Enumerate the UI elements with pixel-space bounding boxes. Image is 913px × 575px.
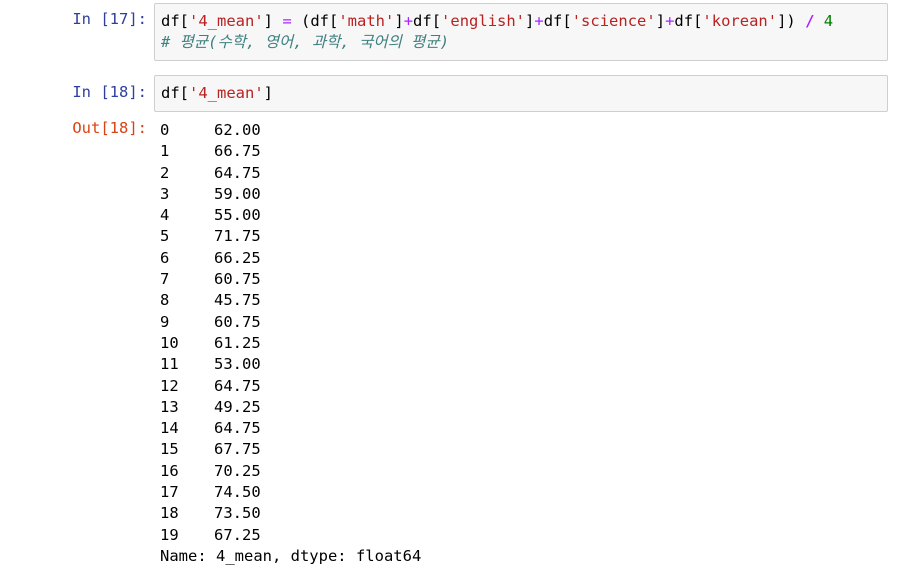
series-index: 15 <box>160 440 179 459</box>
series-index: 12 <box>160 376 179 395</box>
code-token: + <box>403 12 414 30</box>
code-token: df[ <box>674 12 703 30</box>
series-row: 5 71.75 <box>160 226 421 247</box>
series-value: 67.75 <box>214 440 261 459</box>
series-row: 4 55.00 <box>160 205 421 226</box>
output-prompt-18: Out[18]: <box>72 119 147 137</box>
code-token: 4 <box>823 12 834 30</box>
series-row: 0 62.00 <box>160 120 421 141</box>
input-prompt-18: In [18]: <box>72 83 147 101</box>
series-index: 8 <box>160 291 170 310</box>
series-value: 73.50 <box>214 504 261 523</box>
series-value: 49.25 <box>214 397 261 416</box>
series-index: 0 <box>160 121 170 139</box>
series-row: 2 64.75 <box>160 163 421 184</box>
code-token: + <box>665 12 675 30</box>
series-row: 8 45.75 <box>160 290 421 311</box>
series-row: 13 49.25 <box>160 397 421 418</box>
series-index: 14 <box>160 419 179 438</box>
series-index: 1 <box>160 142 170 161</box>
series-row: 19 67.25 <box>160 525 421 546</box>
series-index: 5 <box>160 227 170 246</box>
series-value: 62.00 <box>214 121 261 139</box>
code-line: df['4_mean'] <box>161 83 881 104</box>
series-value: 45.75 <box>214 291 261 310</box>
series-row: 6 66.25 <box>160 248 421 269</box>
code-token: # 평균(수학, 영어, 과학, 국어의 평균) <box>161 33 450 51</box>
series-footer: Name: 4_mean, dtype: float64 <box>160 546 422 565</box>
series-index: 6 <box>160 248 170 267</box>
series-row: 9 60.75 <box>160 312 421 333</box>
series-value: 59.00 <box>214 184 261 203</box>
input-prompt-17: In [17]: <box>72 10 147 28</box>
series-value: 60.75 <box>214 270 261 289</box>
series-index: 11 <box>160 355 179 374</box>
code-token: ] <box>263 84 273 102</box>
code-token: '4_mean' <box>189 12 264 30</box>
code-token: df[ <box>161 12 189 30</box>
code-token: df[ <box>413 12 442 30</box>
series-value: 74.50 <box>214 483 261 502</box>
code-token: ] <box>394 12 404 30</box>
series-row: 3 59.00 <box>160 184 421 205</box>
output-area-18: 0 62.00 1 66.75 2 64.75 3 59.00 4 55.00 5 71.75 6 66.… <box>160 120 421 567</box>
series-value: 70.25 <box>214 461 261 480</box>
series-row: 11 53.00 <box>160 354 421 375</box>
code-token: / <box>805 12 815 30</box>
series-value: 61.25 <box>214 333 261 352</box>
series-index: 16 <box>160 461 179 480</box>
code-cell-18[interactable]: df['4_mean'] <box>154 75 888 112</box>
series-row: 12 64.75 <box>160 376 421 397</box>
code-token: ] <box>655 12 666 30</box>
series-row: 17 74.50 <box>160 482 421 503</box>
series-value: 71.75 <box>214 227 261 246</box>
code-cell-17[interactable]: df['4_mean'] = (df['math']+df['english']… <box>154 3 888 61</box>
series-index: 9 <box>160 312 170 331</box>
series-value: 64.75 <box>214 163 261 182</box>
series-value: 67.25 <box>214 525 261 544</box>
code-token: 'math' <box>338 12 395 30</box>
series-index: 18 <box>160 504 179 523</box>
series-index: 3 <box>160 184 170 203</box>
series-row: 10 61.25 <box>160 333 421 354</box>
code-token: 'science' <box>571 12 656 30</box>
series-value: 53.00 <box>214 355 261 374</box>
series-row: 16 70.25 <box>160 461 421 482</box>
series-index: 4 <box>160 206 170 225</box>
code-line: # 평균(수학, 영어, 과학, 국어의 평균) <box>161 32 881 53</box>
code-token: df[ <box>543 12 572 30</box>
series-index: 19 <box>160 525 179 544</box>
code-token: '4_mean' <box>189 84 264 102</box>
series-value: 55.00 <box>214 206 261 225</box>
code-token: 'english' <box>441 12 526 30</box>
code-token: ]) <box>777 12 806 30</box>
series-row: 1 66.75 <box>160 141 421 162</box>
series-row: 7 60.75 <box>160 269 421 290</box>
code-token: + <box>534 12 544 30</box>
series-index: 13 <box>160 397 179 416</box>
code-line: df['4_mean'] = (df['math']+df['english']… <box>161 11 881 32</box>
series-index: 2 <box>160 163 170 182</box>
series-value: 66.75 <box>214 142 261 161</box>
code-token: (df[ <box>291 12 339 30</box>
series-value: 64.75 <box>214 376 261 395</box>
series-value: 60.75 <box>214 312 261 331</box>
series-index: 17 <box>160 483 179 502</box>
series-value: 66.25 <box>214 248 261 267</box>
code-token: = <box>282 12 292 30</box>
series-row: 14 64.75 <box>160 418 421 439</box>
code-token: ] <box>525 12 535 30</box>
series-index: 7 <box>160 270 170 289</box>
code-token: df[ <box>161 84 189 102</box>
series-index: 10 <box>160 333 179 352</box>
series-value: 64.75 <box>214 419 261 438</box>
code-token: ] <box>263 12 283 30</box>
series-row: 18 73.50 <box>160 503 421 524</box>
code-token: 'korean' <box>702 12 778 30</box>
series-row: 15 67.75 <box>160 439 421 460</box>
